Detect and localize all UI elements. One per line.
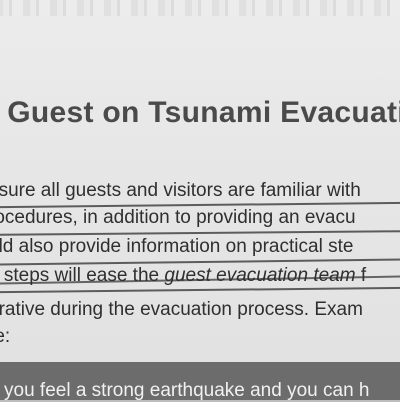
- underline-4: [0, 286, 400, 294]
- text-line-1: nsure all guests and visitors are famili…: [0, 180, 361, 201]
- text-line-2: rocedures, in addition to providing an e…: [0, 207, 356, 228]
- footer-line: you feel a strong earthquake and you can…: [4, 380, 370, 401]
- text-line-4: e steps will ease the guest evacuation t…: [0, 265, 366, 287]
- text-line-4-end: f: [355, 265, 367, 286]
- text-line-4-start: e steps will ease the: [0, 265, 165, 286]
- underline-2: [0, 230, 400, 236]
- text-line-3: uld also provide information on practica…: [0, 236, 354, 257]
- text-line-6: re:: [0, 326, 11, 347]
- page-title: or Guest on Tsunami Evacuati: [0, 96, 400, 129]
- text-line-5: erative during the evacuation process. E…: [0, 299, 363, 320]
- document-page: or Guest on Tsunami Evacuati nsure all g…: [0, 0, 400, 362]
- scan-noise: [0, 0, 400, 16]
- text-line-4-italic: guest evacuation team: [164, 265, 356, 286]
